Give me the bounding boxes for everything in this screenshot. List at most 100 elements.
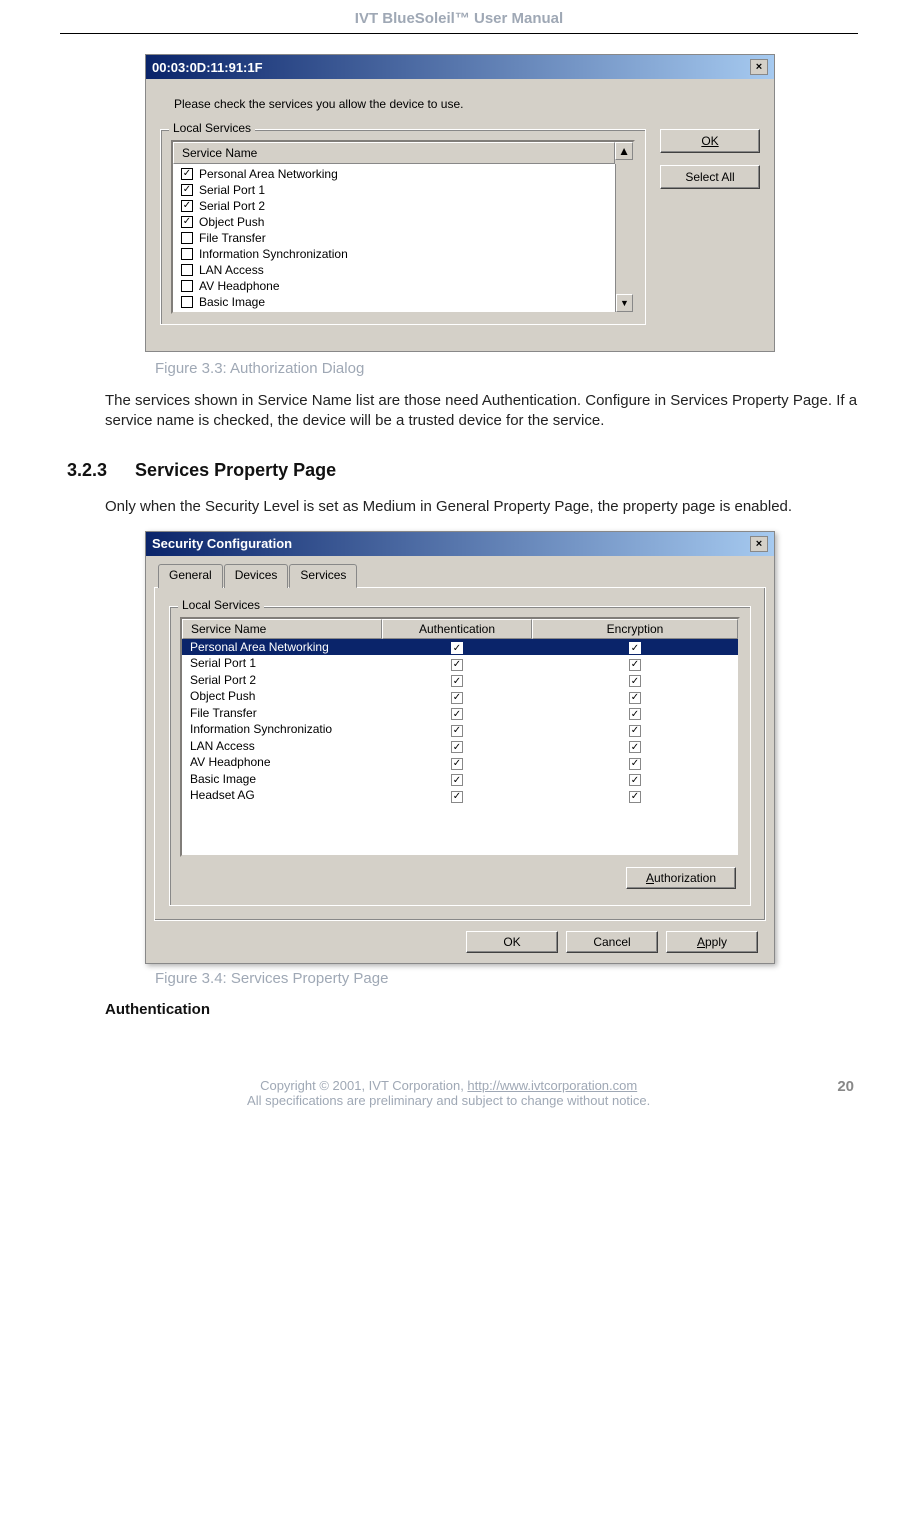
checkbox-icon[interactable]: ✓ — [181, 184, 193, 196]
close-icon[interactable]: × — [750, 59, 768, 75]
section-number: 3.2.3 — [67, 460, 107, 481]
authorization-dialog: 00:03:0D:11:91:1F × Please check the ser… — [145, 54, 775, 352]
checkbox-icon[interactable]: ✓ — [181, 216, 193, 228]
checkbox-icon[interactable]: ✓ — [451, 741, 463, 753]
service-label: Object Push — [199, 215, 264, 229]
scroll-up-icon[interactable]: ▲ — [615, 142, 633, 160]
checkbox-icon[interactable]: ✓ — [629, 725, 641, 737]
tab-general[interactable]: General — [158, 564, 223, 588]
table-row[interactable]: AV Headphone✓✓ — [182, 754, 738, 771]
checkbox-icon[interactable] — [181, 248, 193, 260]
cell-name: Serial Port 2 — [182, 672, 382, 689]
tab-devices[interactable]: Devices — [224, 564, 289, 588]
table-row[interactable]: LAN Access ✓ ✓ — [182, 738, 738, 755]
checkbox-icon[interactable]: ✓ — [451, 758, 463, 770]
table-row[interactable]: Serial Port 1 ✓ ✓ — [182, 655, 738, 672]
list-item[interactable]: ✓ Personal Area Networking — [173, 166, 615, 182]
security-config-dialog: Security Configuration × General Devices… — [145, 531, 775, 964]
checkbox-icon[interactable]: ✓ — [629, 791, 641, 803]
checkbox-icon[interactable]: ✓ — [629, 692, 641, 704]
cell-enc: ✓ — [532, 738, 738, 755]
dialog-titlebar: Security Configuration × — [146, 532, 774, 556]
list-item[interactable]: File Transfer — [173, 230, 615, 246]
cell-enc: ✓ — [532, 771, 738, 788]
page-footer: Copyright © 2001, IVT Corporation, http:… — [60, 1078, 858, 1108]
ok-button[interactable]: OK — [660, 129, 760, 153]
ok-button[interactable]: OK — [466, 931, 558, 953]
table-row[interactable]: Basic Image ✓ ✓ — [182, 771, 738, 788]
cell-name: Information Synchronizatio — [182, 721, 382, 738]
service-label: Information Synchronization — [199, 247, 348, 261]
table-header: Service Name Authentication Encryption — [182, 619, 738, 639]
checkbox-icon[interactable] — [181, 296, 193, 308]
col-authentication[interactable]: Authentication — [382, 619, 532, 639]
checkbox-icon[interactable]: ✓ — [629, 642, 641, 654]
page-header: IVT BlueSoleil™ User Manual — [60, 0, 858, 34]
checkbox-icon[interactable] — [181, 280, 193, 292]
list-item[interactable]: LAN Access — [173, 262, 615, 278]
table-row[interactable]: Information Synchronizatio ✓ ✓ — [182, 721, 738, 738]
checkbox-icon[interactable]: ✓ — [451, 659, 463, 671]
cell-enc: ✓ — [532, 721, 738, 738]
dialog-button-row: OK Cancel Apply — [154, 921, 766, 963]
checkbox-icon[interactable]: ✓ — [451, 692, 463, 704]
select-all-button[interactable]: Select All — [660, 165, 760, 189]
cell-enc: ✓ — [532, 754, 738, 771]
checkbox-icon[interactable] — [181, 232, 193, 244]
company-link[interactable]: http://www.ivtcorporation.com — [467, 1078, 637, 1093]
checkbox-icon[interactable]: ✓ — [629, 708, 641, 720]
cell-name: LAN Access — [182, 738, 382, 755]
checkbox-icon[interactable]: ✓ — [629, 758, 641, 770]
list-item[interactable]: AV Headphone — [173, 278, 615, 294]
checkbox-icon[interactable]: ✓ — [451, 774, 463, 786]
table-row[interactable]: Serial Port 2 ✓ ✓ — [182, 672, 738, 689]
checkbox-icon[interactable]: ✓ — [451, 675, 463, 687]
col-encryption[interactable]: Encryption — [532, 619, 738, 639]
checkbox-icon[interactable]: ✓ — [629, 741, 641, 753]
service-label: Personal Area Networking — [199, 167, 338, 181]
scrollbar[interactable]: ▼ — [615, 164, 633, 312]
col-service-name[interactable]: Service Name — [182, 619, 382, 639]
table-row[interactable]: Headset AG✓✓ — [182, 787, 738, 804]
apply-button[interactable]: Apply — [666, 931, 758, 953]
list-item[interactable]: ✓ Serial Port 1 — [173, 182, 615, 198]
checkbox-icon[interactable]: ✓ — [181, 168, 193, 180]
list-item[interactable]: Basic Image — [173, 294, 615, 310]
authorization-button[interactable]: Authorization — [626, 867, 736, 889]
dialog-title: 00:03:0D:11:91:1F — [152, 60, 263, 75]
dialog-titlebar: 00:03:0D:11:91:1F × — [146, 55, 774, 79]
cell-auth: ✓ — [382, 688, 532, 705]
table-row[interactable]: Personal Area Networking✓✓ — [182, 639, 738, 656]
cell-enc: ✓ — [532, 655, 738, 672]
cancel-button[interactable]: Cancel — [566, 931, 658, 953]
col-service-name[interactable]: Service Name — [173, 142, 615, 164]
checkbox-icon[interactable]: ✓ — [451, 791, 463, 803]
checkbox-icon[interactable]: ✓ — [629, 675, 641, 687]
tab-services[interactable]: Services — [289, 564, 357, 588]
cell-enc: ✓ — [532, 672, 738, 689]
cell-name: Basic Image — [182, 771, 382, 788]
checkbox-icon[interactable] — [181, 264, 193, 276]
table-row[interactable]: File Transfer ✓ ✓ — [182, 705, 738, 722]
scroll-down-icon[interactable]: ▼ — [616, 294, 633, 312]
list-item[interactable]: ✓ Object Push — [173, 214, 615, 230]
cell-name: File Transfer — [182, 705, 382, 722]
services-listbox[interactable]: Service Name ▲ ✓ Personal Area Networking… — [171, 140, 635, 314]
service-label: Serial Port 1 — [199, 183, 265, 197]
checkbox-icon[interactable]: ✓ — [629, 774, 641, 786]
local-services-fieldset: Local Services Service Name ▲ ✓Personal … — [160, 129, 646, 325]
cell-name: Serial Port 1 — [182, 655, 382, 672]
list-item[interactable]: ✓Serial Port 2 — [173, 198, 615, 214]
checkbox-icon[interactable]: ✓ — [451, 725, 463, 737]
list-item[interactable]: Information Synchronization — [173, 246, 615, 262]
checkbox-icon[interactable]: ✓ — [451, 708, 463, 720]
checkbox-icon[interactable]: ✓ — [629, 659, 641, 671]
tabstrip: General Devices Services — [154, 564, 766, 588]
checkbox-icon[interactable]: ✓ — [451, 642, 463, 654]
close-icon[interactable]: × — [750, 536, 768, 552]
section-title: Services Property Page — [135, 460, 336, 481]
table-row[interactable]: Object Push✓✓ — [182, 688, 738, 705]
checkbox-icon[interactable]: ✓ — [181, 200, 193, 212]
services-table[interactable]: Service Name Authentication Encryption P… — [180, 617, 740, 857]
subheading: Authentication — [105, 1001, 858, 1018]
